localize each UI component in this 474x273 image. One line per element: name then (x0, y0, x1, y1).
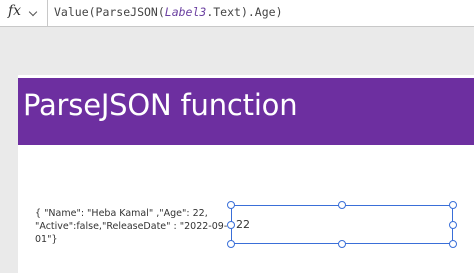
app-canvas: ParseJSON function { "Name": "Heba Kamal… (18, 75, 474, 273)
json-text-label[interactable]: { "Name": "Heba Kamal" ,"Age": 22, "Acti… (35, 207, 231, 246)
formula-function-suffix: .Text).Age) (206, 5, 283, 19)
formula-function-prefix: Value(ParseJSON( (54, 5, 165, 19)
formula-bar[interactable]: fx Value(ParseJSON(Label3.Text).Age) (0, 0, 474, 27)
age-value-label[interactable]: 22 (231, 205, 453, 244)
resize-handle-bottom-middle[interactable] (338, 240, 346, 248)
formula-property-dropdown[interactable]: fx (0, 0, 48, 26)
fx-icon: fx (8, 3, 22, 19)
title-banner[interactable]: ParseJSON function (18, 78, 474, 145)
age-value-text: 22 (236, 218, 250, 231)
resize-handle-top-middle[interactable] (338, 201, 346, 209)
page-title: ParseJSON function (23, 88, 298, 122)
resize-handle-top-left[interactable] (227, 201, 235, 209)
formula-control-reference: Label3 (164, 5, 207, 19)
resize-handle-bottom-right[interactable] (449, 240, 457, 248)
resize-handle-middle-left[interactable] (227, 221, 235, 229)
resize-handle-bottom-left[interactable] (227, 240, 235, 248)
chevron-down-icon[interactable] (28, 7, 38, 17)
formula-input[interactable]: Value(ParseJSON(Label3.Text).Age) (54, 5, 283, 19)
resize-handle-top-right[interactable] (449, 201, 457, 209)
resize-handle-middle-right[interactable] (449, 221, 457, 229)
